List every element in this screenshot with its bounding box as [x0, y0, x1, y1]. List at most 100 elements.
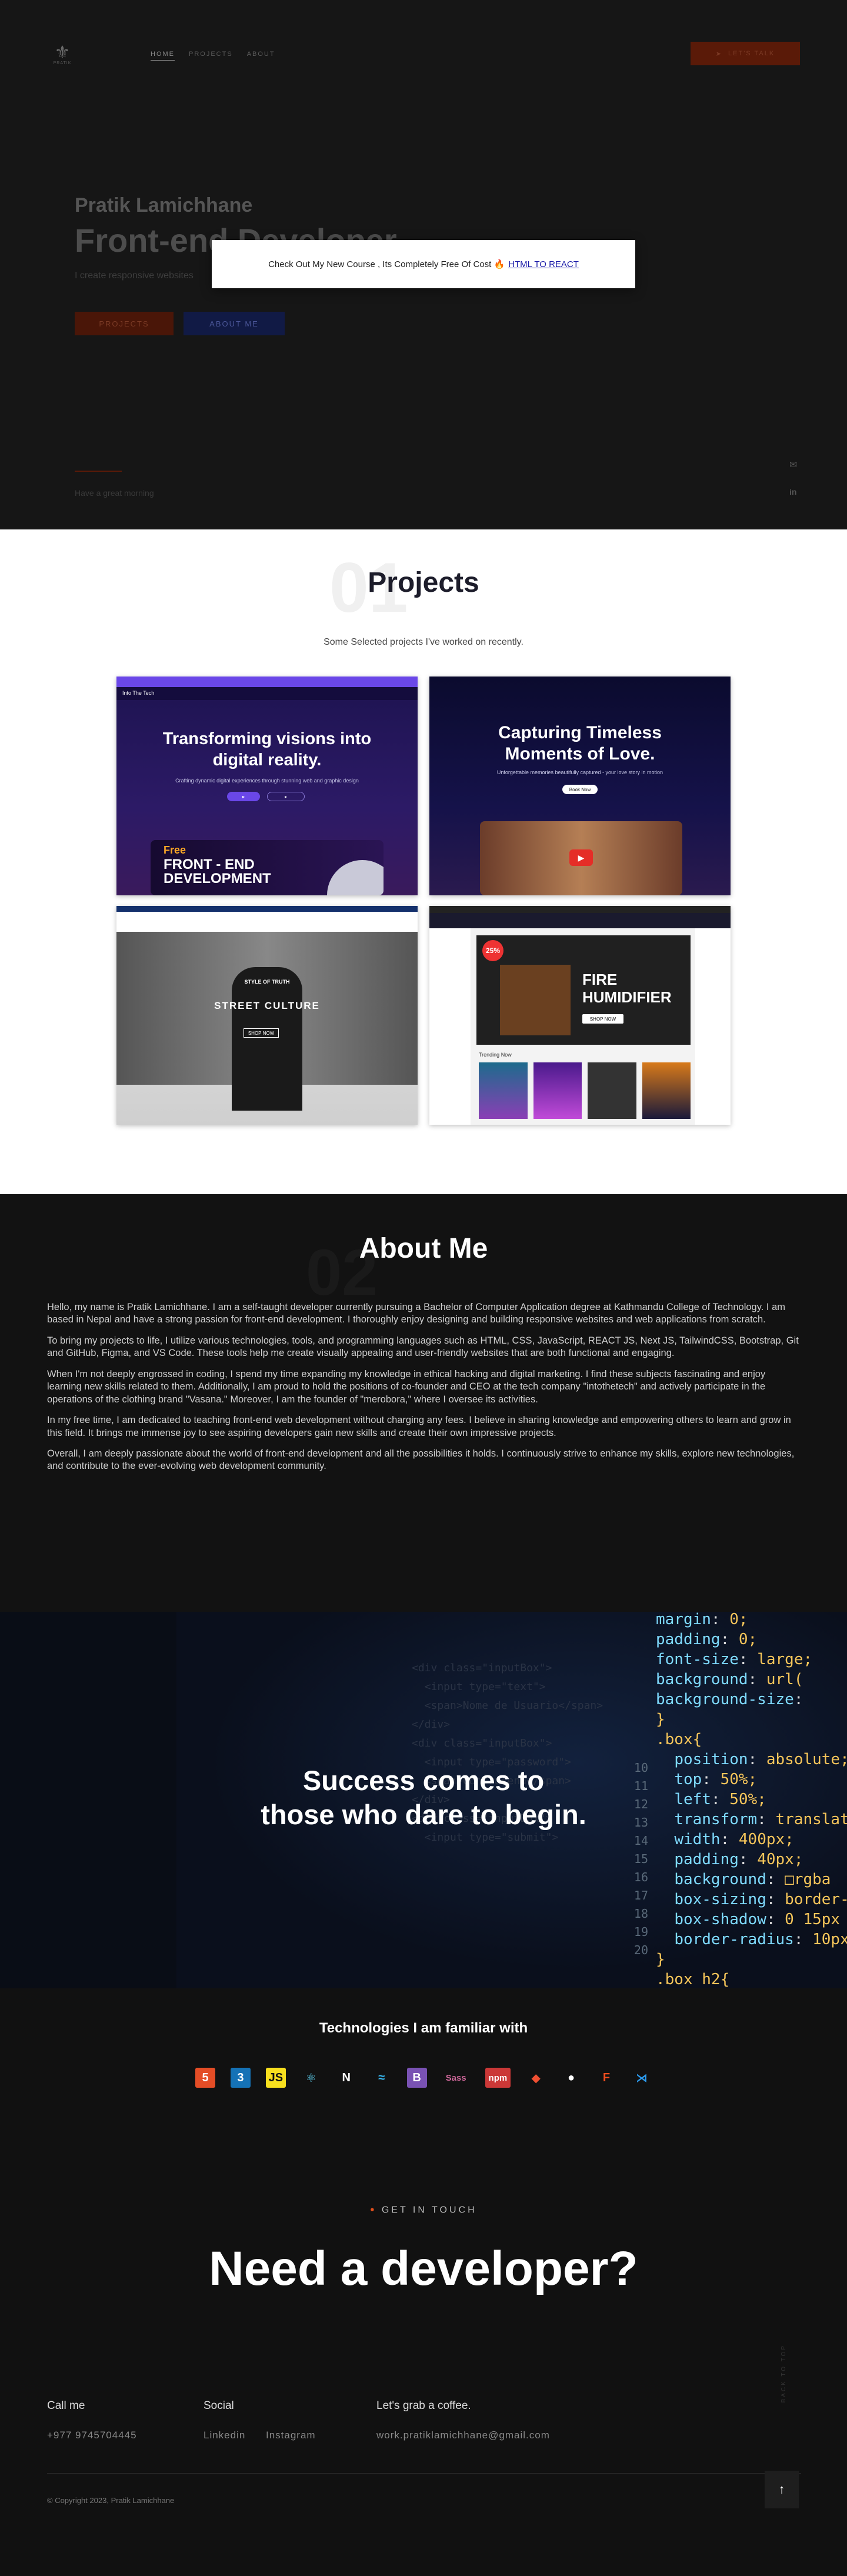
- code-line: font-size: large;: [656, 1651, 813, 1668]
- code-line: background-size:: [656, 1691, 803, 1708]
- about-text: Hello, my name is Pratik Lamichhane. I a…: [47, 1301, 801, 1481]
- card-pill-secondary: ▸: [267, 792, 305, 801]
- card-tagline: Unforgettable memories beautifully captu…: [496, 769, 663, 775]
- hero-section: ⚜ PRATIK HOME PROJECTS ABOUT ➤ LET'S TAL…: [0, 0, 847, 529]
- contact-section: • GET IN TOUCH Need a developer? Call me…: [0, 2135, 847, 2576]
- code-line: background: url(: [656, 1671, 803, 1688]
- html5-icon: 5: [195, 2068, 215, 2088]
- project-card-street-culture[interactable]: STYLE OF TRUTH STREET CULTURE SHOP NOW: [116, 906, 418, 1125]
- code-line: box-sizing: border-: [674, 1891, 847, 1908]
- projects-subtitle: Some Selected projects I've worked on re…: [324, 637, 523, 647]
- code-line: box-shadow: 0 15px: [674, 1911, 841, 1928]
- line-number: 16: [633, 1870, 648, 1884]
- card-nav: [116, 912, 418, 932]
- card-pill-primary: ▸: [227, 792, 260, 801]
- line-number: 14: [633, 1834, 648, 1848]
- card-heading: Transforming visions into digital realit…: [162, 729, 372, 769]
- tailwind-icon: ≈: [378, 2071, 385, 2084]
- quote-banner: <div class="inputBox"> <input type="text…: [0, 1612, 847, 1988]
- code-line: .box{: [656, 1731, 702, 1748]
- wedding-photo: ▶: [480, 821, 682, 895]
- about-paragraph: Hello, my name is Pratik Lamichhane. I a…: [47, 1302, 785, 1325]
- about-section: 02 About Me Hello, my name is Pratik Lam…: [0, 1194, 847, 1612]
- course-avatar: [327, 860, 384, 895]
- card-top-bar: [429, 906, 731, 913]
- trending-label: Trending Now: [479, 1052, 512, 1058]
- technology-icons: 5 3 JS ⚛ N ≈ B Sass npm ◆ ● F ⋊: [195, 2068, 652, 2088]
- shop-now-button: SHOP NOW: [244, 1028, 279, 1038]
- shop-now-button: SHOP NOW: [582, 1014, 623, 1024]
- instagram-link[interactable]: Instagram: [266, 2430, 316, 2441]
- product-image: [500, 965, 571, 1035]
- email-link[interactable]: work.pratiklamichhane@gmail.com: [376, 2430, 550, 2441]
- code-line: }: [656, 1711, 665, 1728]
- phone-link[interactable]: +977 9745704445: [47, 2430, 137, 2441]
- quote-line-2: those who dare to begin.: [261, 1799, 586, 1830]
- copyright-text: © Copyright 2023, Pratik Lamichhane: [47, 2496, 175, 2505]
- get-in-touch-text: GET IN TOUCH: [381, 2205, 477, 2215]
- projects-button[interactable]: PROJECTS: [75, 312, 174, 335]
- card-small-text: STYLE OF TRUTH: [244, 979, 290, 985]
- about-paragraph: To bring my projects to life, I utilize …: [47, 1335, 799, 1359]
- model-figure: [232, 967, 302, 1111]
- figma-icon: F: [602, 2071, 611, 2084]
- code-line: border-radius: 10px: [674, 1931, 847, 1948]
- git-icon: ◆: [531, 2071, 541, 2085]
- footer-divider: [47, 2473, 801, 2474]
- project-card-wedding[interactable]: Capturing Timeless Moments of Love. Unfo…: [429, 677, 731, 895]
- project-card-ecommerce[interactable]: 25% FIRE HUMIDIFIER SHOP NOW Trending No…: [429, 906, 731, 1125]
- code-line: padding: 40px;: [674, 1851, 803, 1868]
- hero-name: Pratik Lamichhane: [75, 194, 253, 216]
- mail-icon[interactable]: ✉: [789, 459, 797, 471]
- about-me-button[interactable]: ABOUT ME: [184, 312, 285, 335]
- greeting-text: Have a great morning: [75, 488, 154, 498]
- code-line: .box h2{: [656, 1971, 730, 1988]
- linkedin-link[interactable]: Linkedin: [204, 2430, 245, 2441]
- line-number: 17: [633, 1888, 648, 1902]
- product-tile: [588, 1062, 636, 1119]
- nav-item-about[interactable]: ABOUT: [247, 51, 275, 61]
- top-nav: ⚜ PRATIK HOME PROJECTS ABOUT ➤ LET'S TAL…: [0, 0, 847, 109]
- nav-item-home[interactable]: HOME: [151, 51, 175, 61]
- course-title: FRONT - END DEVELOPMENT: [164, 857, 271, 887]
- bootstrap-icon: B: [406, 2068, 427, 2088]
- call-me-heading: Call me: [47, 2400, 85, 2412]
- card-heading: STREET CULTURE: [214, 1000, 320, 1011]
- code-line: background: □rgba: [674, 1871, 831, 1888]
- right-panel: [695, 928, 731, 1125]
- project-card-into-the-tech[interactable]: Into The Tech Transforming visions into …: [116, 677, 418, 895]
- popup-course-link[interactable]: HTML TO REACT: [508, 259, 579, 269]
- projects-section: 01 Projects Some Selected projects I've …: [0, 529, 847, 1194]
- category-sidebar: [429, 928, 471, 1125]
- about-title: About Me: [359, 1233, 488, 1264]
- quote-text: Success comes to those who dare to begin…: [0, 1764, 847, 1832]
- back-to-top-vertical-text: BACK TO TOP: [781, 2344, 787, 2403]
- hero-description: I create responsive websites: [75, 271, 194, 281]
- sass-icon: Sass: [445, 2072, 466, 2083]
- technologies-title: Technologies I am familiar with: [319, 2020, 528, 2036]
- card-heading: FIRE HUMIDIFIER: [582, 971, 672, 1006]
- nav-item-projects[interactable]: PROJECTS: [189, 51, 233, 61]
- line-number: 18: [633, 1907, 648, 1921]
- nextjs-icon: N: [336, 2068, 356, 2088]
- send-icon: ➤: [715, 50, 723, 58]
- lets-talk-button[interactable]: ➤ LET'S TALK: [691, 42, 800, 65]
- course-prefix: Free: [164, 844, 186, 856]
- accent-dot-icon: •: [370, 2204, 377, 2217]
- product-tile: [642, 1062, 691, 1119]
- card-nav: [429, 913, 731, 928]
- code-line: margin: 0;: [656, 1612, 748, 1628]
- about-paragraph: When I'm not deeply engrossed in coding,…: [47, 1368, 766, 1405]
- social-heading: Social: [204, 2400, 234, 2412]
- quote-line-1: Success comes to: [302, 1765, 545, 1796]
- book-now-button: Book Now: [562, 785, 598, 794]
- scroll-to-top-button[interactable]: ↑: [765, 2471, 799, 2508]
- card-brand: Into The Tech: [122, 690, 155, 696]
- code-line: padding: 0;: [656, 1631, 758, 1648]
- github-icon: ●: [568, 2071, 575, 2084]
- linkedin-icon[interactable]: in: [789, 487, 796, 496]
- code-line: width: 400px;: [674, 1831, 794, 1848]
- line-number: 15: [633, 1852, 648, 1866]
- popup-text: Check Out My New Course , Its Completely…: [268, 259, 505, 269]
- card-tagline: Crafting dynamic digital experiences thr…: [175, 778, 359, 784]
